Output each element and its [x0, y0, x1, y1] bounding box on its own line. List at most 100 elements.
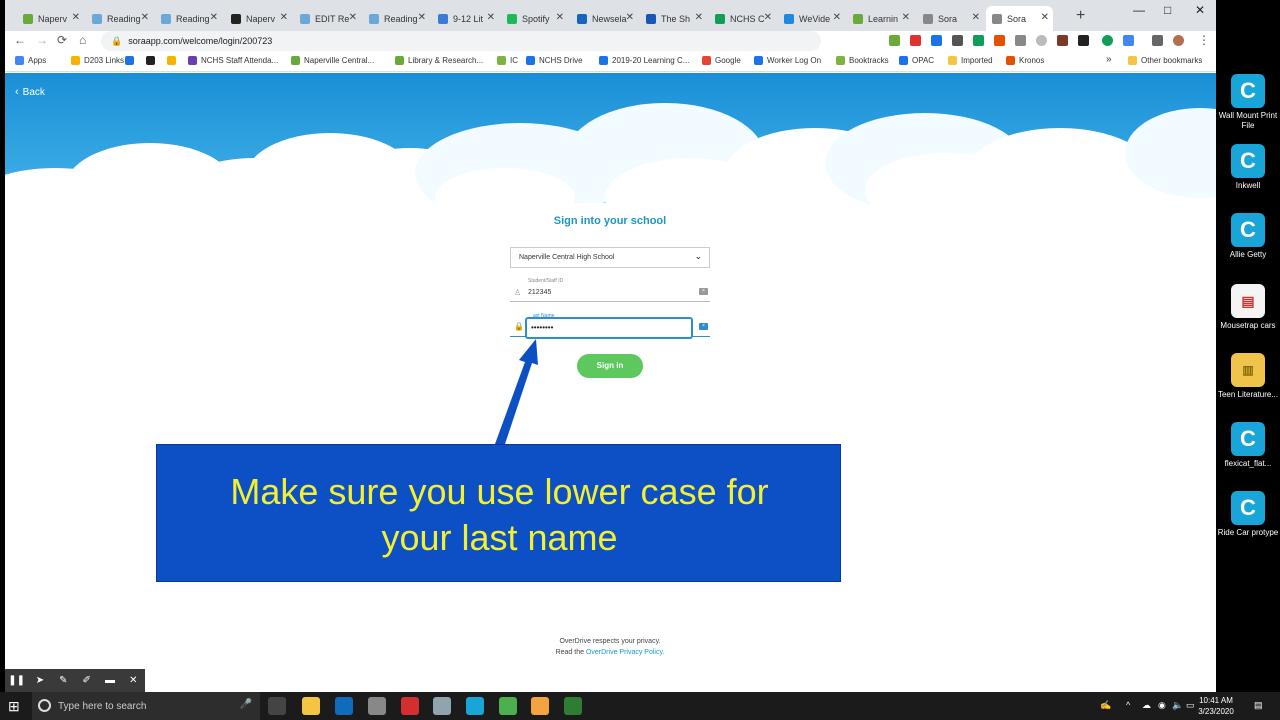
- tab-close-icon[interactable]: ✕: [1041, 12, 1049, 23]
- menu-extension-icon[interactable]: [1152, 35, 1163, 46]
- reload-icon[interactable]: ⟳: [57, 33, 67, 47]
- tab-close-icon[interactable]: ✕: [902, 12, 910, 23]
- desktop-icon-allie-getty[interactable]: C Allie Getty: [1216, 213, 1280, 260]
- bookmark-item[interactable]: [167, 56, 180, 65]
- tab-close-icon[interactable]: ✕: [626, 12, 634, 23]
- privacy-policy-link[interactable]: OverDrive Privacy Policy.: [586, 649, 664, 656]
- microphone-icon[interactable]: 🎤: [240, 699, 252, 710]
- minimize-button[interactable]: —: [1133, 3, 1145, 17]
- tab-close-icon[interactable]: ✕: [210, 12, 218, 23]
- browser-tab[interactable]: WeVide ✕: [778, 6, 845, 31]
- tab-close-icon[interactable]: ✕: [833, 12, 841, 23]
- browser-tab[interactable]: Reading ✕: [86, 6, 153, 31]
- notifications-icon[interactable]: ▤: [1254, 700, 1263, 711]
- taskbar-app-6-icon[interactable]: [433, 697, 451, 715]
- extension-icon[interactable]: [1102, 35, 1113, 46]
- bookmark-item[interactable]: D203 Links: [71, 56, 124, 65]
- extension-icon[interactable]: [910, 35, 921, 46]
- bookmark-item[interactable]: NCHS Staff Attenda...: [188, 56, 278, 65]
- close-window-button[interactable]: ✕: [1195, 3, 1205, 17]
- browser-tab[interactable]: Sora ✕: [986, 6, 1053, 31]
- extension-icon[interactable]: [952, 35, 963, 46]
- bookmark-item[interactable]: Worker Log On: [754, 56, 821, 65]
- home-icon[interactable]: ⌂: [79, 33, 86, 47]
- bookmarks-overflow-button[interactable]: »: [1106, 54, 1112, 65]
- chevron-up-icon[interactable]: ^: [1126, 700, 1130, 710]
- maximize-button[interactable]: □: [1164, 3, 1171, 17]
- battery-icon[interactable]: ▭: [1186, 700, 1195, 711]
- extension-icon[interactable]: [889, 35, 900, 46]
- profile-avatar[interactable]: [1173, 35, 1184, 46]
- tab-close-icon[interactable]: ✕: [487, 12, 495, 23]
- taskbar-app-4-icon[interactable]: [368, 697, 386, 715]
- drive-extension-icon[interactable]: [931, 35, 942, 46]
- browser-tab[interactable]: The Sh ✕: [640, 6, 707, 31]
- tab-close-icon[interactable]: ✕: [556, 12, 564, 23]
- taskbar-canva-icon[interactable]: [466, 697, 484, 715]
- bookmark-item[interactable]: Library & Research...: [395, 56, 483, 65]
- tab-close-icon[interactable]: ✕: [972, 12, 980, 23]
- bookmark-item[interactable]: Naperville Central...: [291, 56, 374, 65]
- clock[interactable]: 10:41 AM 3/23/2020: [1196, 695, 1236, 717]
- network-icon[interactable]: ☁: [1142, 700, 1151, 711]
- bookmark-item[interactable]: Booktracks: [836, 56, 889, 65]
- browser-tab[interactable]: Reading ✕: [363, 6, 430, 31]
- extension-icon[interactable]: [994, 35, 1005, 46]
- bookmark-item[interactable]: Kronos: [1006, 56, 1044, 65]
- highlighter-icon[interactable]: ✐: [75, 675, 98, 686]
- desktop-icon-ride-car[interactable]: C Ride Car protype: [1216, 491, 1280, 538]
- taskbar-chrome-icon[interactable]: [499, 697, 517, 715]
- bookmark-item[interactable]: OPAC: [899, 56, 934, 65]
- extension-icon[interactable]: [1057, 35, 1068, 46]
- bookmark-item[interactable]: Google: [702, 56, 741, 65]
- extension-icon[interactable]: [973, 35, 984, 46]
- extension-icon[interactable]: [1036, 35, 1047, 46]
- taskbar-app-10-icon[interactable]: [564, 697, 582, 715]
- browser-tab[interactable]: Reading ✕: [155, 6, 222, 31]
- desktop-icon-wall-mount[interactable]: C Wall Mount Print File: [1216, 74, 1280, 131]
- browser-tab[interactable]: EDIT Re ✕: [294, 6, 361, 31]
- browser-tab[interactable]: Naperv ✕: [225, 6, 292, 31]
- eraser-icon[interactable]: ▬: [98, 675, 121, 686]
- browser-tab[interactable]: Learnin ✕: [847, 6, 914, 31]
- pen-workspace-icon[interactable]: ✍: [1100, 700, 1111, 711]
- bookmark-item[interactable]: [146, 56, 159, 65]
- extension-icon[interactable]: [1078, 35, 1089, 46]
- bookmark-item[interactable]: [125, 56, 138, 65]
- pointer-icon[interactable]: ➤: [28, 675, 51, 686]
- bookmark-item[interactable]: Imported: [948, 56, 993, 65]
- browser-tab[interactable]: Spotify ✕: [501, 6, 568, 31]
- browser-tab[interactable]: 9-12 Lit ✕: [432, 6, 499, 31]
- new-tab-button[interactable]: +: [1076, 7, 1085, 25]
- desktop-icon-mousetrap[interactable]: ▤ Mousetrap cars: [1216, 284, 1280, 331]
- taskbar-app-5-icon[interactable]: [401, 697, 419, 715]
- browser-tab[interactable]: NCHS C ✕: [709, 6, 776, 31]
- extension-icon[interactable]: [1015, 35, 1026, 46]
- close-icon[interactable]: ✕: [122, 675, 145, 686]
- bookmark-item[interactable]: NCHS Drive: [526, 56, 583, 65]
- tab-close-icon[interactable]: ✕: [695, 12, 703, 23]
- bookmark-item[interactable]: Apps: [15, 56, 46, 65]
- browser-tab[interactable]: Naperv ✕: [17, 6, 84, 31]
- taskbar-task-view-icon[interactable]: [268, 697, 286, 715]
- taskbar-search[interactable]: Type here to search 🎤: [32, 692, 260, 720]
- antivirus-icon[interactable]: ◉: [1158, 700, 1166, 711]
- tab-close-icon[interactable]: ✕: [764, 12, 772, 23]
- desktop-icon-inkwell[interactable]: C Inkwell: [1216, 144, 1280, 191]
- desktop-icon-teen-literature[interactable]: ▥ Teen Literature...: [1216, 353, 1280, 400]
- extension-icon[interactable]: [1123, 35, 1134, 46]
- volume-icon[interactable]: 🔈: [1172, 700, 1183, 711]
- pen-icon[interactable]: ✎: [52, 675, 75, 686]
- pause-icon[interactable]: ❚❚: [5, 675, 28, 686]
- bookmark-item[interactable]: IC: [497, 56, 518, 65]
- other-bookmarks[interactable]: Other bookmarks: [1128, 56, 1202, 65]
- tab-close-icon[interactable]: ✕: [72, 12, 80, 23]
- tab-close-icon[interactable]: ✕: [280, 12, 288, 23]
- bookmark-item[interactable]: 2019-20 Learning C...: [599, 56, 689, 65]
- browser-tab[interactable]: Newsela ✕: [571, 6, 638, 31]
- back-arrow-icon[interactable]: ←: [14, 33, 26, 47]
- taskbar-outlook-icon[interactable]: [335, 697, 353, 715]
- address-bar[interactable]: 🔒 soraapp.com/welcome/login/200723: [101, 31, 821, 51]
- taskbar-file-explorer-icon[interactable]: [302, 697, 320, 715]
- tab-close-icon[interactable]: ✕: [349, 12, 357, 23]
